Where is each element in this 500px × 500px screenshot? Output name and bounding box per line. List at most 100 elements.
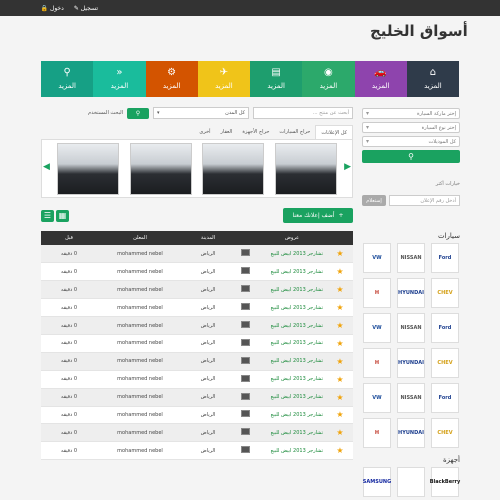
ad-advertiser[interactable]: mohammed nebel xyxy=(97,280,183,300)
ad-advertiser[interactable]: mohammed nebel xyxy=(97,262,183,282)
ad-title[interactable]: تشارجر 2013 ابيض للبيع xyxy=(257,370,327,389)
brand-logo[interactable]: BlackBerry xyxy=(430,467,460,497)
type-select[interactable]: إختر نوع السيارة ▾ xyxy=(362,122,460,133)
star-icon[interactable]: ★ xyxy=(327,352,353,371)
star-icon[interactable]: ★ xyxy=(327,388,353,407)
more-options-link[interactable]: خيارات أكثر xyxy=(362,181,460,187)
brand-logo[interactable]: Ford xyxy=(431,243,459,273)
star-icon[interactable]: ★ xyxy=(327,262,353,282)
grid-view-icon[interactable]: ▦ xyxy=(56,209,69,222)
table-row[interactable]: ★ تشارجر 2013 ابيض للبيع الرياض mohammed ne… xyxy=(41,352,353,371)
brand-logo[interactable]: HYUNDAI xyxy=(397,348,425,378)
brand-logo[interactable]: NISSAN xyxy=(397,313,425,343)
ad-title[interactable]: تشارجر 2013 ابيض للبيع xyxy=(257,441,327,461)
ad-title[interactable]: تشارجر 2013 ابيض للبيع xyxy=(257,262,327,282)
featured-car-image[interactable] xyxy=(57,142,120,195)
tab-0[interactable]: كل الإعلانات xyxy=(315,125,353,139)
tab-3[interactable]: العقار xyxy=(216,125,238,139)
table-row[interactable]: ★ تشارجر 2013 ابيض للبيع الرياض mohammed ne… xyxy=(41,262,353,282)
ad-title[interactable]: تشارجر 2013 ابيض للبيع xyxy=(257,334,327,353)
ad-title[interactable]: تشارجر 2013 ابيض للبيع xyxy=(257,352,327,371)
table-row[interactable]: ★ تشارجر 2013 ابيض للبيع الرياض mohammed ne… xyxy=(41,245,353,264)
brand-select[interactable]: إختر ماركة السيارة ▾ xyxy=(362,108,460,119)
brand-logo[interactable]: CHEV xyxy=(431,278,459,308)
ad-title[interactable]: تشارجر 2013 ابيض للبيع xyxy=(257,245,327,264)
ad-advertiser[interactable]: mohammed nebel xyxy=(97,334,183,353)
carousel-next-icon[interactable]: ▶ xyxy=(344,162,351,172)
brand-logo[interactable]: VW xyxy=(363,383,391,413)
table-row[interactable]: ★ تشارجر 2013 ابيض للبيع الرياض mohammed ne… xyxy=(41,441,353,461)
model-select[interactable]: كل الموديلات ▾ xyxy=(362,136,460,147)
category-tile[interactable]: 🚗 المزيد xyxy=(354,61,407,97)
city-select[interactable]: كل المدن ▾ xyxy=(153,107,249,119)
star-icon[interactable]: ★ xyxy=(327,406,353,425)
star-icon[interactable]: ★ xyxy=(327,370,353,389)
ad-number-button[interactable]: إستعلام xyxy=(362,195,386,206)
table-row[interactable]: ★ تشارجر 2013 ابيض للبيع الرياض mohammed ne… xyxy=(41,280,353,300)
category-tile[interactable]: » المزيد xyxy=(93,61,146,97)
category-tile[interactable]: ✈ المزيد xyxy=(197,61,250,97)
brand-logo[interactable]: VW xyxy=(363,313,391,343)
star-icon[interactable]: ★ xyxy=(327,245,353,264)
category-tile[interactable]: ⌂ المزيد xyxy=(406,61,459,97)
brand-logo[interactable]: Ford xyxy=(431,313,459,343)
register-link[interactable]: ✎ تسجيل xyxy=(74,5,98,12)
featured-car-image[interactable] xyxy=(202,142,265,195)
ad-title[interactable]: تشارجر 2013 ابيض للبيع xyxy=(257,316,327,335)
ad-advertiser[interactable]: mohammed nebel xyxy=(97,423,183,443)
tab-1[interactable]: حراج السيارات xyxy=(274,125,315,139)
ad-advertiser[interactable]: mohammed nebel xyxy=(97,388,183,407)
keyword-search-input[interactable]: أبحث عن منتج ... xyxy=(253,107,353,119)
table-row[interactable]: ★ تشارجر 2013 ابيض للبيع الرياض mohammed ne… xyxy=(41,370,353,389)
table-row[interactable]: ★ تشارجر 2013 ابيض للبيع الرياض mohammed ne… xyxy=(41,423,353,443)
brand-logo[interactable]: CHEV xyxy=(431,418,459,448)
ad-advertiser[interactable]: mohammed nebel xyxy=(97,298,183,318)
ad-advertiser[interactable]: mohammed nebel xyxy=(97,441,183,461)
sidebar-search-button[interactable]: ⚲ xyxy=(362,150,460,163)
star-icon[interactable]: ★ xyxy=(327,334,353,353)
list-view-icon[interactable]: ☰ xyxy=(41,209,54,222)
ad-number-input[interactable]: أدخل رقم الإعلان xyxy=(389,195,460,206)
main-search-button[interactable]: ⚲ xyxy=(127,107,149,119)
brand-logo[interactable]: H xyxy=(363,418,391,448)
tab-4[interactable]: أخرى xyxy=(194,125,215,139)
login-link[interactable]: 🔒 دخول xyxy=(41,5,64,12)
star-icon[interactable]: ★ xyxy=(327,423,353,443)
ad-advertiser[interactable]: mohammed nebel xyxy=(97,406,183,425)
brand-logo[interactable]: HYUNDAI xyxy=(397,418,425,448)
ad-title[interactable]: تشارجر 2013 ابيض للبيع xyxy=(257,298,327,318)
table-row[interactable]: ★ تشارجر 2013 ابيض للبيع الرياض mohammed ne… xyxy=(41,316,353,335)
table-row[interactable]: ★ تشارجر 2013 ابيض للبيع الرياض mohammed ne… xyxy=(41,334,353,353)
ad-title[interactable]: تشارجر 2013 ابيض للبيع xyxy=(257,423,327,443)
ad-advertiser[interactable]: mohammed nebel xyxy=(97,245,183,264)
add-ad-button[interactable]: أضف إعلانك معنا + xyxy=(283,208,353,223)
tab-2[interactable]: حراج الأجهزة xyxy=(237,125,274,139)
ad-title[interactable]: تشارجر 2013 ابيض للبيع xyxy=(257,280,327,300)
carousel-prev-icon[interactable]: ◀ xyxy=(43,162,50,172)
ad-advertiser[interactable]: mohammed nebel xyxy=(97,316,183,335)
table-row[interactable]: ★ تشارجر 2013 ابيض للبيع الرياض mohammed ne… xyxy=(41,406,353,425)
featured-car-image[interactable] xyxy=(129,142,192,195)
ad-advertiser[interactable]: mohammed nebel xyxy=(97,352,183,371)
brand-logo[interactable] xyxy=(397,467,425,497)
brand-logo[interactable]: SAMSUNG xyxy=(363,467,391,497)
advanced-search-link[interactable]: البحث المستخدم xyxy=(88,110,123,116)
brand-logo[interactable]: CHEV xyxy=(431,348,459,378)
category-tile[interactable]: ◉ المزيد xyxy=(302,61,355,97)
brand-logo[interactable]: H xyxy=(363,278,391,308)
ad-title[interactable]: تشارجر 2013 ابيض للبيع xyxy=(257,406,327,425)
star-icon[interactable]: ★ xyxy=(327,280,353,300)
brand-logo[interactable]: VW xyxy=(363,243,391,273)
category-tile[interactable]: ▤ المزيد xyxy=(250,61,303,97)
table-row[interactable]: ★ تشارجر 2013 ابيض للبيع الرياض mohammed ne… xyxy=(41,388,353,407)
star-icon[interactable]: ★ xyxy=(327,441,353,461)
brand-logo[interactable]: H xyxy=(363,348,391,378)
brand-logo[interactable]: Ford xyxy=(431,383,459,413)
ad-title[interactable]: تشارجر 2013 ابيض للبيع xyxy=(257,388,327,407)
brand-logo[interactable]: NISSAN xyxy=(397,243,425,273)
featured-car-image[interactable] xyxy=(274,142,337,195)
category-tile[interactable]: ⚲ المزيد xyxy=(41,61,94,97)
star-icon[interactable]: ★ xyxy=(327,298,353,318)
site-logo[interactable]: أسواق الخليج xyxy=(370,22,468,40)
ad-advertiser[interactable]: mohammed nebel xyxy=(97,370,183,389)
